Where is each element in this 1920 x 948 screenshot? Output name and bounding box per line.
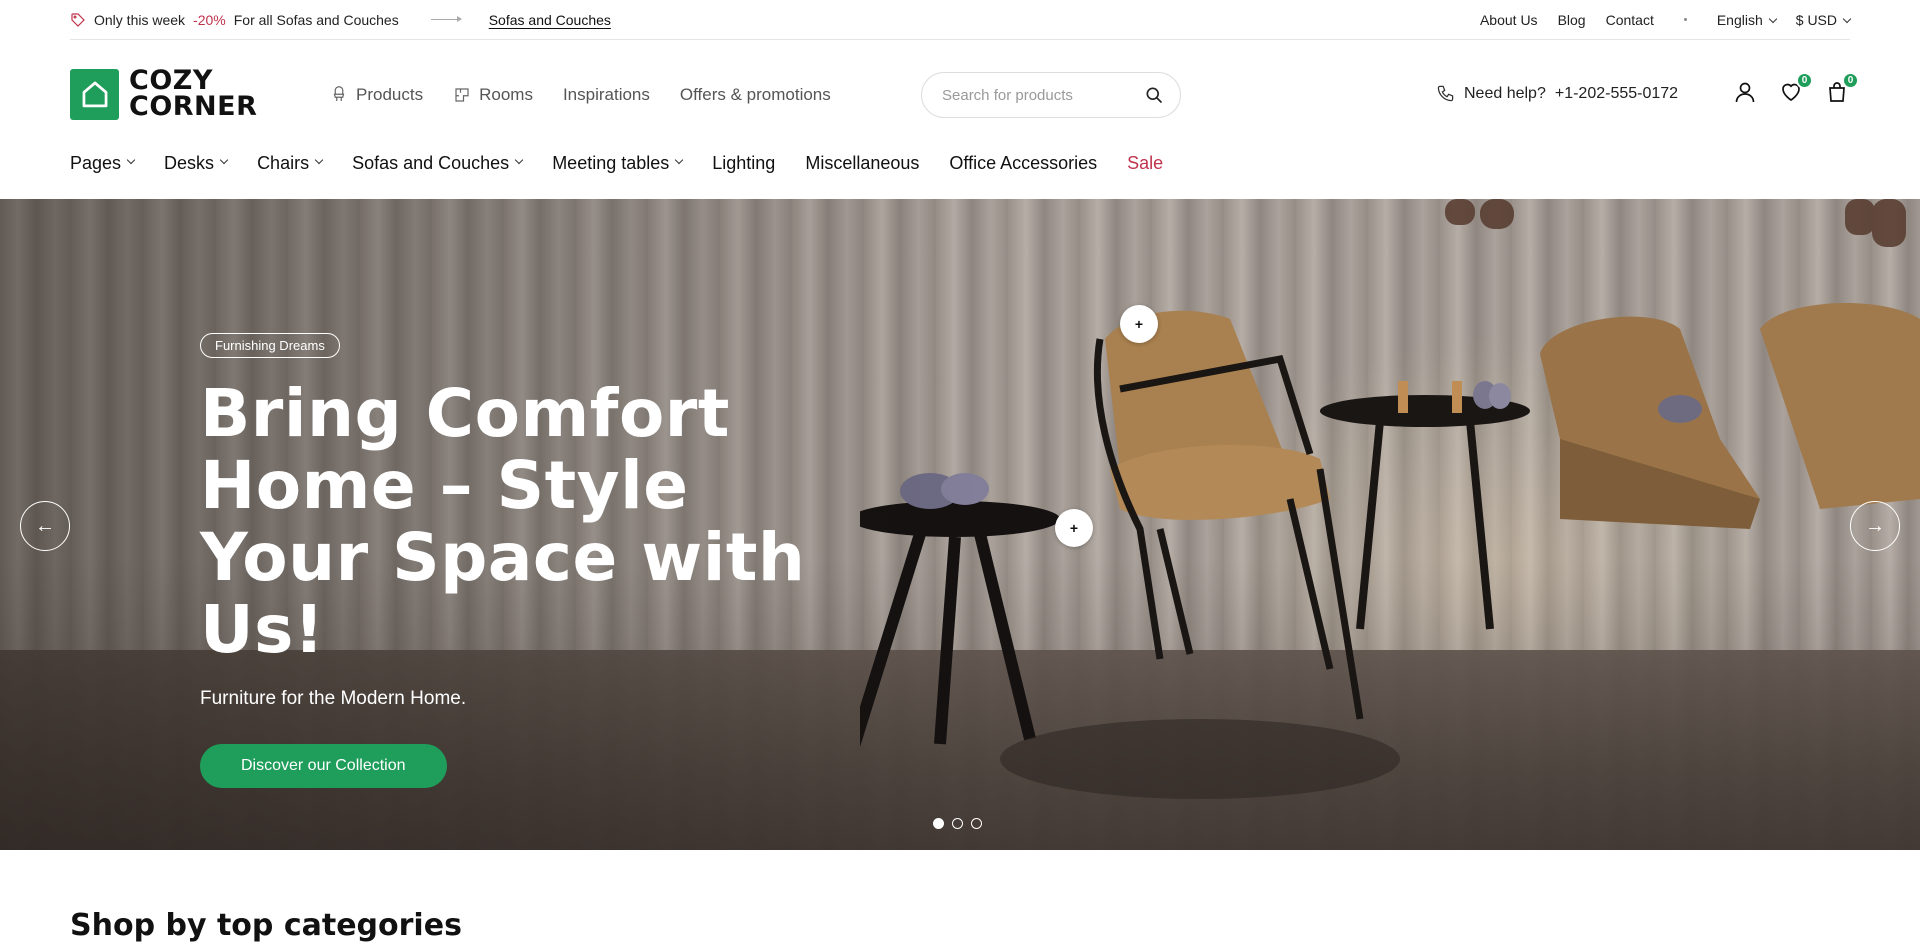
wishlist-button[interactable]: 0 — [1778, 72, 1813, 106]
chevron-down-icon — [126, 155, 136, 165]
chevron-down-icon — [675, 155, 684, 165]
hero-title-line-1: Bring Comfort — [200, 375, 730, 452]
category-label: Desks — [164, 152, 215, 173]
currency-label: $ USD — [1795, 11, 1837, 28]
nav-offers-label: Offers & promotions — [679, 85, 831, 104]
nav-rooms[interactable]: Rooms — [453, 85, 533, 105]
chevron-down-icon — [219, 155, 229, 165]
promo-percent: -20% — [193, 11, 226, 28]
chevron-down-icon — [314, 155, 324, 165]
search-icon[interactable] — [1144, 85, 1164, 105]
slider-next-arrow-icon[interactable]: → — [1850, 501, 1900, 551]
discover-collection-button[interactable]: Discover our Collection — [200, 744, 447, 788]
promo-message: Only this week -20% For all Sofas and Co… — [70, 12, 611, 28]
category-miscellaneous[interactable]: Miscellaneous — [805, 153, 919, 174]
category-office-accessories[interactable]: Office Accessories — [949, 153, 1097, 174]
hero-title: Bring Comfort Home – Style Your Space wi… — [200, 378, 900, 666]
nav-inspirations[interactable]: Inspirations — [563, 85, 650, 105]
chevron-down-icon — [514, 155, 524, 165]
site-header: COZY CORNER Products Rooms Inspirations … — [70, 40, 1859, 150]
nav-products-label: Products — [356, 85, 424, 104]
search-box — [921, 72, 1181, 118]
utility-links: About Us Blog Contact English $ USD — [1480, 11, 1852, 28]
hero-furniture-image — [860, 199, 1920, 799]
product-hotspot-plus-icon[interactable]: + — [1120, 305, 1158, 343]
logo-line-2: CORNER — [129, 91, 258, 122]
chevron-down-icon — [1768, 14, 1778, 23]
floorplan-icon — [455, 88, 469, 102]
slider-dot[interactable] — [971, 818, 982, 829]
promo-suffix: For all Sofas and Couches — [233, 11, 399, 28]
blog-link[interactable]: Blog — [1558, 12, 1586, 28]
category-label: Office Accessories — [949, 152, 1098, 173]
announcement-bar: Only this week -20% For all Sofas and Co… — [70, 0, 1852, 40]
help-label: Need help? — [1464, 84, 1546, 102]
hero-subtitle: Furniture for the Modern Home. — [200, 688, 467, 709]
language-label: English — [1716, 11, 1763, 28]
help-contact[interactable]: Need help? +1-202-555-0172 — [1436, 84, 1678, 103]
hero-title-line-2: Home – Style — [200, 447, 689, 524]
house-icon — [70, 68, 119, 120]
category-chairs[interactable]: Chairs — [257, 152, 324, 174]
category-label: Meeting tables — [552, 152, 670, 173]
category-desks[interactable]: Desks — [164, 152, 229, 174]
nav-offers[interactable]: Offers & promotions — [680, 85, 831, 105]
category-label: Miscellaneous — [805, 152, 920, 173]
promo-prefix: Only this week — [94, 11, 186, 28]
wishlist-count-badge: 0 — [1796, 72, 1813, 89]
slider-dot[interactable] — [952, 818, 963, 829]
arrow-right-icon — [430, 16, 462, 22]
product-hotspot-plus-icon[interactable]: + — [1055, 509, 1093, 547]
section-title: Shop by top categories — [70, 908, 462, 943]
search-input[interactable] — [942, 86, 1144, 104]
separator-dot — [1683, 18, 1687, 21]
slider-dots — [933, 818, 982, 829]
phone-icon — [1437, 85, 1454, 102]
category-meeting-tables[interactable]: Meeting tables — [552, 152, 684, 174]
slider-dot[interactable] — [933, 818, 944, 829]
nav-inspirations-label: Inspirations — [562, 85, 650, 104]
help-phone: +1-202-555-0172 — [1554, 84, 1679, 102]
currency-select[interactable]: $ USD — [1795, 11, 1852, 28]
logo[interactable]: COZY CORNER — [70, 67, 258, 122]
language-select[interactable]: English — [1716, 11, 1778, 28]
chair-icon — [333, 86, 345, 101]
category-sale[interactable]: Sale — [1127, 153, 1163, 174]
hero-slider: Furnishing Dreams Bring Comfort Home – S… — [0, 199, 1920, 850]
category-sofas[interactable]: Sofas and Couches — [352, 152, 524, 174]
category-label: Chairs — [257, 152, 310, 173]
category-label: Sale — [1127, 152, 1164, 173]
logo-text: COZY CORNER — [129, 67, 258, 122]
cart-button[interactable]: 0 — [1824, 72, 1859, 106]
about-us-link[interactable]: About Us — [1480, 12, 1538, 28]
nav-products[interactable]: Products — [330, 85, 423, 105]
slider-prev-arrow-icon[interactable]: ← — [20, 501, 70, 551]
category-nav: Pages Desks Chairs Sofas and Couches Mee… — [70, 148, 1163, 178]
category-pages[interactable]: Pages — [70, 152, 136, 174]
hero-title-line-3: Your Space with Us! — [200, 519, 806, 668]
hero-badge: Furnishing Dreams — [200, 333, 340, 358]
category-label: Lighting — [712, 152, 776, 173]
category-label: Sofas and Couches — [352, 152, 510, 173]
header-actions: 0 0 — [1732, 72, 1859, 106]
contact-link[interactable]: Contact — [1606, 12, 1654, 28]
nav-rooms-label: Rooms — [479, 85, 533, 104]
category-lighting[interactable]: Lighting — [712, 153, 775, 174]
promo-link[interactable]: Sofas and Couches — [489, 12, 611, 28]
main-nav: Products Rooms Inspirations Offers & pro… — [330, 85, 831, 105]
user-icon — [1735, 82, 1755, 103]
category-label: Pages — [70, 152, 122, 173]
cart-count-badge: 0 — [1842, 72, 1859, 89]
tag-icon — [71, 12, 85, 27]
chevron-down-icon — [1842, 14, 1852, 23]
account-button[interactable] — [1732, 78, 1758, 106]
hero-content: Furnishing Dreams Bring Comfort Home – S… — [200, 333, 900, 788]
